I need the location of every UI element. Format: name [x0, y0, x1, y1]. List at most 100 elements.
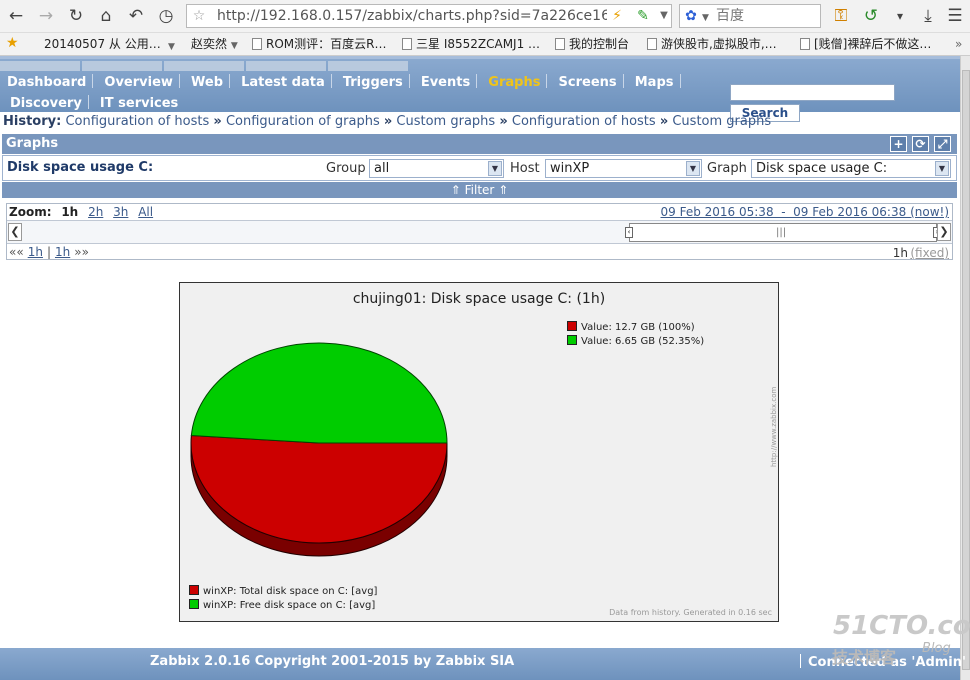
history-icon[interactable]: ◷ — [154, 5, 178, 27]
group-select-value: all — [374, 161, 390, 176]
chevron-down-icon[interactable]: ▼ — [935, 161, 949, 176]
copyright: Zabbix 2.0.16 Copyright 2001-2015 by Zab… — [150, 654, 515, 669]
menu-row-secondary: Discovery IT services — [4, 92, 184, 113]
menu-icon[interactable]: ☰ — [943, 5, 967, 27]
history-link[interactable]: Custom graphs — [672, 114, 771, 129]
dropdown-icon[interactable]: ▾ — [888, 5, 912, 27]
menu-triggers[interactable]: Triggers — [337, 74, 409, 92]
zoom-date-range[interactable]: 09 Feb 2016 05:38 - 09 Feb 2016 06:38 (n… — [661, 205, 950, 219]
menu-graphs[interactable]: Graphs — [482, 74, 546, 92]
search-engine-label: 百度 — [716, 8, 744, 24]
thumb-left-handle[interactable]: ‹ — [625, 227, 633, 238]
legend-item-free: winXP: Free disk space on C: [avg] — [203, 600, 376, 611]
scroll-left-arrow-icon[interactable]: ❮ — [8, 223, 22, 241]
chevron-down-icon[interactable]: ▼ — [686, 161, 700, 176]
leaf-icon[interactable]: ✎ — [633, 5, 653, 27]
legend-row: winXP: Total disk space on C: [avg] — [189, 585, 377, 597]
site-watermark: 51CTO.com 技术博客 Blog — [830, 611, 970, 676]
zoom-option[interactable]: All — [138, 205, 153, 219]
global-search-input[interactable] — [730, 84, 895, 101]
zoom-option[interactable]: 3h — [113, 205, 128, 219]
scroll-right-arrow-icon[interactable]: ❯ — [937, 223, 951, 241]
browser-search-box[interactable]: ✿ ▼ 百度 — [679, 4, 821, 28]
bookmark-item[interactable]: [贱僧]裸辞后不做这… — [800, 36, 931, 52]
overflow-chevron-icon[interactable]: » — [955, 36, 962, 52]
scrollbar-thumb[interactable] — [962, 70, 970, 670]
bookmark-item[interactable]: 三星 I8552ZCAMJ1 … — [402, 36, 540, 52]
legend-row: Value: 12.7 GB (100%) — [567, 321, 695, 333]
fullscreen-icon[interactable]: ⤢ — [934, 136, 951, 152]
chevron-down-icon[interactable]: ▼ — [488, 161, 502, 176]
filter-toggle-label[interactable]: Filter — [465, 183, 495, 197]
zoom-scrollbar-panel: Zoom: 1h 2h 3h All 09 Feb 2016 05:38 - 0… — [6, 203, 953, 260]
lightning-icon[interactable]: ⚡ — [607, 5, 627, 27]
back-period-link[interactable]: 1h — [28, 245, 43, 259]
legend-swatch-red — [189, 585, 199, 595]
filter-toggle[interactable]: ⇑ Filter ⇑ — [2, 182, 957, 198]
main-menu: Dashboard Overview Web Latest data Trigg… — [0, 56, 960, 122]
menu-discovery[interactable]: Discovery — [4, 95, 88, 113]
graph-select[interactable]: Disk space usage C: ▼ — [751, 159, 951, 178]
chevron-down-icon[interactable]: ▼ — [657, 5, 671, 27]
rewind-icon[interactable]: «« — [9, 245, 24, 259]
legend-value-free: Value: 6.65 GB (52.35%) — [581, 336, 705, 347]
bookmark-label[interactable]: [贱僧]裸辞后不做这… — [814, 37, 931, 51]
bookmark-label[interactable]: 赵奕然 — [191, 37, 227, 51]
menu-it-services[interactable]: IT services — [94, 95, 184, 113]
add-to-favourites-icon[interactable]: + — [890, 136, 907, 152]
timeline-thumb[interactable]: ‹ ||| › — [625, 223, 941, 242]
forward-icon[interactable]: → — [34, 5, 58, 27]
graph-label: Graph — [707, 161, 747, 176]
menu-overview[interactable]: Overview — [98, 74, 179, 92]
back-icon[interactable]: ← — [4, 5, 28, 27]
chevron-down-icon[interactable]: ▼ — [702, 7, 712, 29]
baidu-paw-icon[interactable]: ✿ — [680, 5, 702, 27]
history-link[interactable]: Configuration of hosts — [65, 114, 209, 129]
menu-maps[interactable]: Maps — [629, 74, 680, 92]
key-icon[interactable]: ⚿ — [829, 5, 853, 27]
reload-icon[interactable]: ↻ — [64, 5, 88, 27]
home-icon[interactable]: ⌂ — [94, 5, 118, 27]
vertical-scrollbar[interactable] — [960, 56, 970, 680]
bookmark-item[interactable]: 游侠股市,虚拟股市,… — [647, 36, 777, 52]
menu-events[interactable]: Events — [415, 74, 476, 92]
fast-forward-icon[interactable]: »» — [74, 245, 89, 259]
forward-period-link[interactable]: 1h — [55, 245, 70, 259]
host-select[interactable]: winXP ▼ — [545, 159, 702, 178]
chevron-up-icon: ⇑ — [498, 183, 509, 197]
bookmark-label[interactable]: 游侠股市,虚拟股市,… — [661, 37, 777, 51]
menu-web[interactable]: Web — [185, 74, 229, 92]
bookmark-label[interactable]: ROM测评：百度云R… — [266, 37, 386, 51]
menu-latest-data[interactable]: Latest data — [235, 74, 331, 92]
bookmark-label[interactable]: 三星 I8552ZCAMJ1 … — [416, 37, 540, 51]
group-select[interactable]: all ▼ — [369, 159, 504, 178]
history-link[interactable]: Configuration of hosts — [512, 114, 656, 129]
download-icon[interactable]: ⤓ — [916, 5, 940, 27]
bookmark-item[interactable]: 20140507 从 公用… — [44, 36, 161, 52]
chevron-down-icon[interactable]: ▼ — [168, 39, 175, 55]
menu-screens[interactable]: Screens — [553, 74, 623, 92]
graph-filter-bar: Disk space usage C: Group all ▼ Host win… — [2, 155, 957, 181]
graph-name: Disk space usage C: — [7, 160, 154, 175]
url-text[interactable]: http://192.168.0.157/zabbix/charts.php?s… — [217, 5, 607, 27]
bookmarks-star-icon[interactable]: ★ — [6, 35, 19, 51]
zoom-option[interactable]: 2h — [88, 205, 103, 219]
history-link[interactable]: Custom graphs — [396, 114, 495, 129]
bookmark-item[interactable]: 赵奕然 ▼ — [191, 36, 238, 54]
bookmark-label[interactable]: 我的控制台 — [569, 37, 629, 51]
bookmark-item[interactable]: ROM测评：百度云R… — [252, 36, 386, 52]
undo-icon[interactable]: ↶ — [124, 5, 148, 27]
history-link[interactable]: Configuration of graphs — [226, 114, 380, 129]
grip-icon[interactable]: ||| — [776, 227, 786, 238]
refresh-green-icon[interactable]: ↺ — [859, 5, 883, 27]
zoom-option[interactable]: 1h — [61, 205, 78, 219]
legend-swatch-red — [567, 321, 577, 331]
breadcrumb: History: Configuration of hosts » Config… — [3, 114, 772, 129]
refresh-icon[interactable]: ⟳ — [912, 136, 929, 152]
menu-dashboard[interactable]: Dashboard — [1, 74, 92, 92]
bookmark-star-icon[interactable]: ☆ — [187, 5, 211, 27]
address-bar[interactable]: ☆ http://192.168.0.157/zabbix/charts.php… — [186, 4, 672, 28]
zoom-fixed-toggle[interactable]: (fixed) — [910, 246, 949, 260]
timeline-scrollbar[interactable]: ❮ ‹ ||| › ❯ — [7, 220, 952, 244]
bookmark-item[interactable]: 我的控制台 — [555, 36, 629, 52]
